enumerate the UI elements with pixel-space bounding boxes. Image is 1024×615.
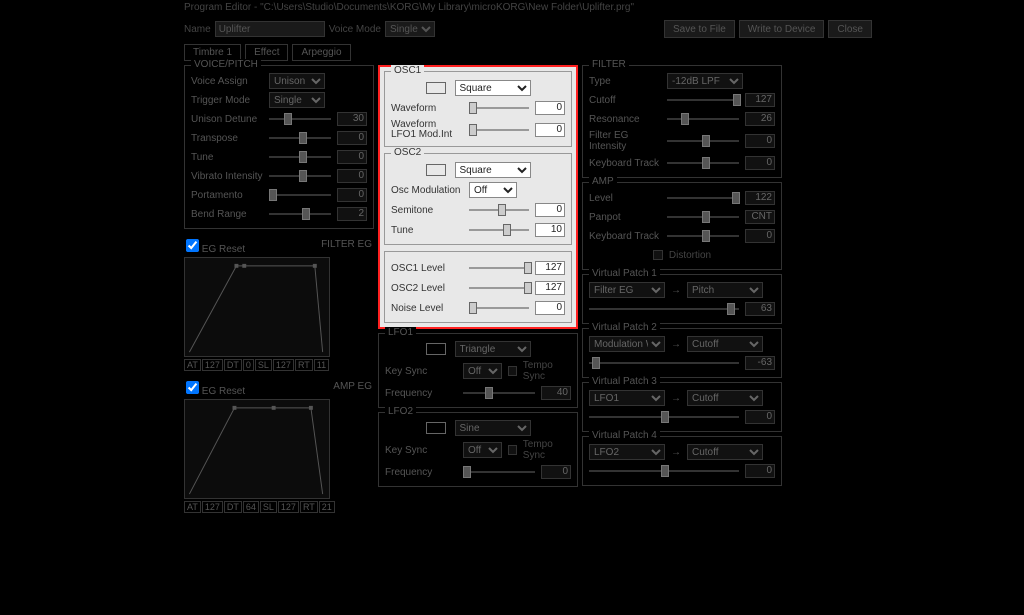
tab-arpeggio[interactable]: Arpeggio	[292, 44, 350, 61]
osc1-lfo1mod-slider[interactable]	[469, 123, 529, 137]
vp1-amount-slider[interactable]	[589, 302, 739, 316]
vp3-amount-slider[interactable]	[589, 410, 739, 424]
virtual-patch-3: Virtual Patch 3 LFO1→Cutoff 0	[582, 382, 782, 432]
amp-kbd-track-slider[interactable]	[667, 229, 739, 243]
cutoff-slider[interactable]	[667, 93, 739, 107]
osc2-level-slider[interactable]	[469, 281, 529, 295]
arrow-icon: →	[671, 285, 681, 296]
filter-group: FILTER Type-12dB LPF Cutoff127 Resonance…	[582, 65, 782, 178]
lfo1-keysync-select[interactable]: Off	[463, 363, 502, 379]
vp2-source-select[interactable]: Modulation Wheel	[589, 336, 665, 352]
lfo2-wave-select[interactable]: Sine	[455, 420, 531, 436]
triangle-wave-icon	[426, 343, 446, 355]
vp4-source-select[interactable]: LFO2	[589, 444, 665, 460]
lfo2-frequency-slider[interactable]	[463, 465, 535, 479]
osc1-waveform-slider[interactable]	[469, 101, 529, 115]
highlighted-region: OSC1 Square Waveform0 Waveform LFO1 Mod.…	[378, 65, 578, 329]
write-to-device-button[interactable]: Write to Device	[739, 20, 825, 38]
square-wave-icon	[426, 164, 446, 176]
vp1-dest-select[interactable]: Pitch	[687, 282, 763, 298]
osc2-semitone-slider[interactable]	[469, 203, 529, 217]
tune-slider[interactable]	[269, 150, 331, 164]
virtual-patch-4: Virtual Patch 4 LFO2→Cutoff 0	[582, 436, 782, 486]
close-button[interactable]: Close	[828, 20, 872, 38]
filter-eg-group: EG ResetFILTER EG AT127DT0SL127RT11	[184, 239, 374, 371]
voice-assign-select[interactable]: Unison	[269, 73, 325, 89]
noise-level-slider[interactable]	[469, 301, 529, 315]
vp3-dest-select[interactable]: Cutoff	[687, 390, 763, 406]
bendrange-slider[interactable]	[269, 207, 331, 221]
eg2-reset-checkbox[interactable]	[186, 381, 199, 394]
osc2-tune-slider[interactable]	[469, 223, 529, 237]
filter-eg-graph[interactable]	[184, 257, 330, 357]
lfo1-temposync-checkbox[interactable]	[508, 366, 517, 376]
vp2-amount-slider[interactable]	[589, 356, 739, 370]
vp2-dest-select[interactable]: Cutoff	[687, 336, 763, 352]
osc1-level-slider[interactable]	[469, 261, 529, 275]
save-to-file-button[interactable]: Save to File	[664, 20, 735, 38]
virtual-patch-2: Virtual Patch 2 Modulation Wheel→Cutoff …	[582, 328, 782, 378]
unison-detune-slider[interactable]	[269, 112, 331, 126]
program-editor-window: Program Editor - "C:\Users\Studio\Docume…	[178, 0, 878, 615]
voice-pitch-group: VOICE/PITCH Voice AssignUnison Trigger M…	[184, 65, 374, 229]
voice-mode-label: Voice Mode	[329, 24, 381, 35]
virtual-patch-1: Virtual Patch 1 Filter EG→Pitch 63	[582, 274, 782, 324]
amp-eg-group: EG ResetAMP EG AT127DT64SL127RT21	[184, 381, 374, 513]
voice-mode-select[interactable]: Single	[385, 21, 435, 37]
sine-wave-icon	[426, 422, 446, 434]
square-wave-icon	[426, 82, 446, 94]
osc2-group: OSC2 Square Osc ModulationOff Semitone0 …	[384, 153, 572, 245]
name-label: Name	[184, 24, 211, 35]
lfo2-temposync-checkbox[interactable]	[508, 445, 517, 455]
window-title: Program Editor - "C:\Users\Studio\Docume…	[178, 0, 878, 18]
program-name-input[interactable]	[215, 21, 325, 37]
lfo1-group: LFO1 Triangle Key SyncOffTempo Sync Freq…	[378, 333, 578, 408]
arrow-icon: →	[671, 447, 681, 458]
lfo1-wave-select[interactable]: Triangle	[455, 341, 531, 357]
osc1-group: OSC1 Square Waveform0 Waveform LFO1 Mod.…	[384, 71, 572, 147]
filter-eg-int-slider[interactable]	[667, 134, 739, 148]
vp4-dest-select[interactable]: Cutoff	[687, 444, 763, 460]
eg1-reset-checkbox[interactable]	[186, 239, 199, 252]
transpose-slider[interactable]	[269, 131, 331, 145]
filter-kbd-track-slider[interactable]	[667, 156, 739, 170]
resonance-slider[interactable]	[667, 112, 739, 126]
lfo2-keysync-select[interactable]: Off	[463, 442, 502, 458]
trigger-mode-select[interactable]: Single	[269, 92, 325, 108]
panpot-slider[interactable]	[667, 210, 739, 224]
vp3-source-select[interactable]: LFO1	[589, 390, 665, 406]
arrow-icon: →	[671, 393, 681, 404]
lfo2-group: LFO2 Sine Key SyncOffTempo Sync Frequenc…	[378, 412, 578, 487]
osc1-waveform-select[interactable]: Square	[455, 80, 531, 96]
vibrato-slider[interactable]	[269, 169, 331, 183]
arrow-icon: →	[671, 339, 681, 350]
distortion-checkbox[interactable]	[653, 250, 663, 260]
vp4-amount-slider[interactable]	[589, 464, 739, 478]
osc-modulation-select[interactable]: Off	[469, 182, 517, 198]
amp-level-slider[interactable]	[667, 191, 739, 205]
amp-group: AMP Level122 PanpotCNT Keyboard Track0 D…	[582, 182, 782, 270]
vp1-source-select[interactable]: Filter EG	[589, 282, 665, 298]
portamento-slider[interactable]	[269, 188, 331, 202]
osc2-waveform-select[interactable]: Square	[455, 162, 531, 178]
mixer-group: OSC1 Level127 OSC2 Level127 Noise Level0	[384, 251, 572, 323]
filter-type-select[interactable]: -12dB LPF	[667, 73, 743, 89]
amp-eg-graph[interactable]	[184, 399, 330, 499]
lfo1-frequency-slider[interactable]	[463, 386, 535, 400]
